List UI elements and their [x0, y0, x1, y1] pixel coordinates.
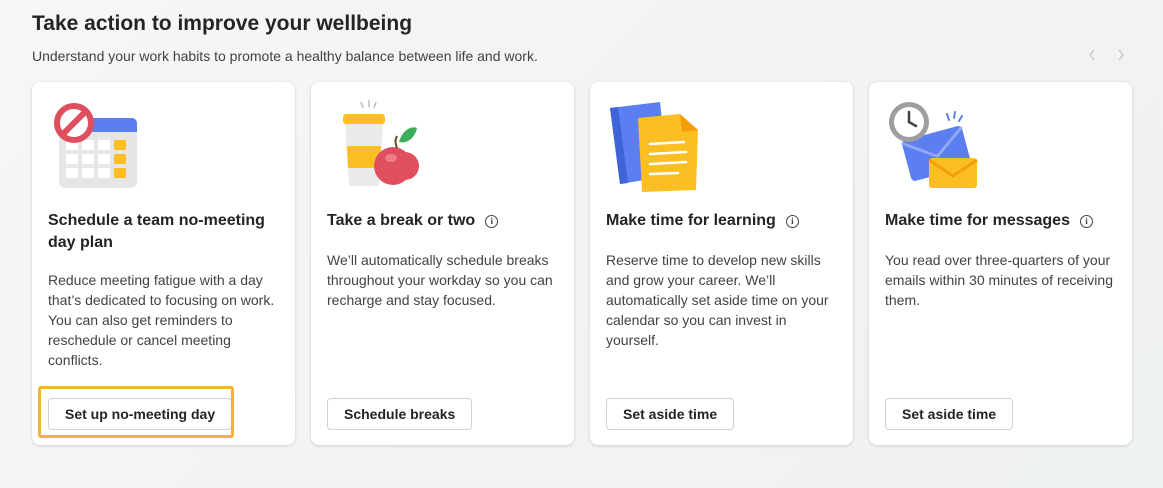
card-title-text: Make time for messages: [885, 212, 1070, 229]
set-aside-time-learning-button[interactable]: Set aside time: [606, 398, 735, 430]
info-icon[interactable]: i: [485, 215, 499, 228]
chevron-right-icon[interactable]: [1110, 44, 1132, 66]
chevron-left-icon[interactable]: [1081, 44, 1103, 66]
section-subtitle: Understand your work habits to promote a…: [32, 48, 538, 64]
wellbeing-section: Take action to improve your wellbeing Un…: [0, 0, 1163, 488]
card-title: Make time for messages i: [885, 210, 1115, 232]
card-description: Reduce meeting fatigue with a day that’s…: [48, 272, 275, 368]
card-title-text: Take a break or two: [327, 212, 476, 229]
card-title: Make time for learning i: [606, 210, 836, 232]
card-learning: Make time for learning i Reserve time to …: [590, 82, 853, 445]
card-description: You read over three-quarters of your ema…: [885, 252, 1113, 308]
focus-highlight: [38, 386, 234, 438]
info-icon[interactable]: i: [1079, 215, 1093, 228]
card-title: Schedule a team no-meeting day plan: [48, 212, 265, 251]
card-title-text: Make time for learning: [606, 212, 776, 229]
set-aside-time-messages-button[interactable]: Set aside time: [885, 398, 1014, 430]
section-title: Take action to improve your wellbeing: [32, 12, 413, 35]
card-description: We’ll automatically schedule breaks thro…: [327, 252, 553, 308]
card-messages: Make time for messages i You read over th…: [869, 82, 1132, 445]
card-take-a-break: Take a break or two i We’ll automatically…: [311, 82, 574, 445]
schedule-breaks-button[interactable]: Schedule breaks: [327, 398, 473, 430]
notebook-icon: [604, 96, 704, 196]
no-meeting-calendar-icon: [46, 96, 146, 196]
clock-mail-icon: [883, 96, 983, 196]
card-description: Reserve time to develop new skills and g…: [606, 252, 829, 348]
card-title: Take a break or two i: [327, 210, 557, 232]
coffee-apple-icon: [325, 96, 425, 196]
info-icon[interactable]: i: [785, 215, 799, 228]
